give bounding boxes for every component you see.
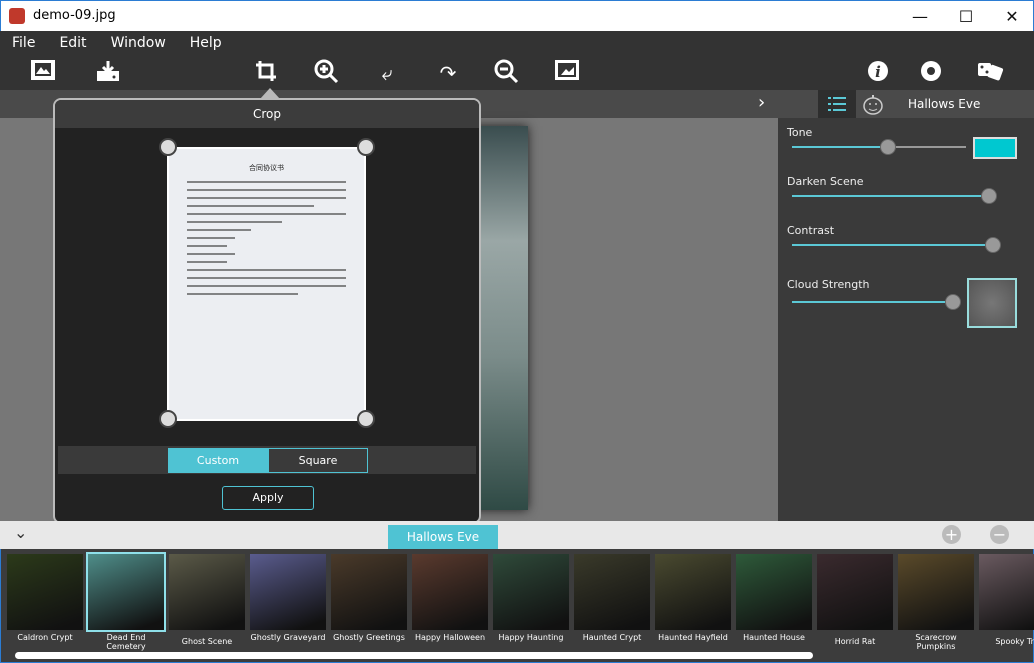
cloud-texture-swatch[interactable] — [967, 278, 1017, 328]
contrast-track — [792, 244, 992, 246]
thumbnail-label: Scarecrow Pumpkins — [915, 633, 957, 651]
thumbnail-ghostly-greetings[interactable] — [331, 554, 407, 630]
menu-help[interactable]: Help — [178, 31, 234, 51]
minimize-button[interactable]: — — [897, 1, 943, 32]
thumbnail-label: Ghost Scene — [181, 637, 233, 646]
tone-track — [792, 146, 888, 148]
title-bar: demo-09.jpg — ☐ ✕ — [0, 0, 1034, 31]
toolbar: ⤶ ↷ i — [0, 55, 1034, 90]
crop-handle-top-right[interactable] — [357, 138, 375, 156]
panel-tabs: Hallows Eve — [778, 90, 1034, 118]
app-icon — [9, 8, 25, 24]
preset-thumbnails: Caldron Crypt Dead End Cemetery Ghost Scen… — [0, 549, 1034, 663]
thumbnail-label: Haunted Crypt — [582, 633, 642, 642]
cloud-label: Cloud Strength — [787, 278, 870, 291]
horizontal-scrollbar[interactable] — [15, 652, 813, 659]
apply-button[interactable]: Apply — [222, 486, 314, 510]
svg-text:i: i — [875, 63, 881, 81]
thumbnail-haunted-crypt[interactable] — [574, 554, 650, 630]
crop-title: Crop — [55, 100, 479, 128]
menu-window[interactable]: Window — [99, 31, 178, 51]
square-button[interactable]: Square — [268, 448, 368, 473]
thumbnail-haunted-house[interactable] — [736, 554, 812, 630]
crop-handle-bottom-right[interactable] — [357, 410, 375, 428]
zoom-in-icon[interactable] — [313, 59, 341, 87]
maximize-button[interactable]: ☐ — [943, 1, 989, 32]
menu-bar: File Edit Window Help — [0, 31, 1034, 55]
undo-icon[interactable]: ⤶ — [373, 59, 401, 87]
thumbnail-ghostly-graveyard[interactable] — [250, 554, 326, 630]
thumbnail-haunted-hayfield[interactable] — [655, 554, 731, 630]
thumbnail-label: Haunted Hayfield — [658, 633, 728, 642]
window-title: demo-09.jpg — [33, 8, 116, 23]
expand-panel-chevron[interactable]: › — [758, 92, 765, 113]
thumbnail-label: Spooky Tre — [995, 637, 1034, 646]
remove-button[interactable]: − — [990, 525, 1009, 544]
thumbnail-scarecrow-pumpkins[interactable] — [898, 554, 974, 630]
thumbnail-label: Ghostly Graveyard — [250, 633, 326, 642]
pumpkin-icon — [863, 95, 883, 115]
thumbnail-ghost-scene[interactable] — [169, 554, 245, 630]
random-dice-icon[interactable] — [976, 59, 1004, 87]
menu-edit[interactable]: Edit — [47, 31, 98, 51]
open-image-icon[interactable] — [29, 59, 57, 87]
cloud-slider[interactable] — [945, 294, 961, 310]
contrast-label: Contrast — [787, 224, 835, 237]
darken-label: Darken Scene — [787, 175, 864, 188]
tone-slider[interactable] — [880, 139, 896, 155]
thumbnail-dead-end-cemetery[interactable] — [86, 552, 166, 632]
save-icon[interactable] — [94, 59, 122, 87]
effects-panel: Tone Darken Scene Contrast Cloud Strengt… — [778, 118, 1034, 521]
close-button[interactable]: ✕ — [989, 1, 1034, 32]
menu-file[interactable]: File — [0, 31, 47, 51]
info-icon[interactable]: i — [864, 59, 892, 87]
tone-label: Tone — [787, 126, 813, 139]
thumbnail-happy-halloween[interactable] — [412, 554, 488, 630]
thumbnail-label: Happy Halloween — [414, 633, 486, 642]
thumbnail-label: Horrid Rat — [834, 637, 876, 646]
crop-handle-bottom-left[interactable] — [159, 410, 177, 428]
document-title: 合同协议书 — [249, 164, 284, 172]
thumbnail-caldron-crypt[interactable] — [7, 554, 83, 630]
popup-arrow — [260, 88, 280, 99]
crop-popup: Crop 合同协议书 Custom Square Apply — [53, 88, 481, 524]
thumbnail-spooky-tre[interactable] — [979, 554, 1034, 630]
thumbnail-label: Ghostly Greetings — [333, 633, 405, 642]
thumbnail-label: Caldron Crypt — [17, 633, 73, 642]
category-tab-hallows-eve[interactable]: Hallows Eve — [388, 525, 498, 549]
zoom-out-icon[interactable] — [493, 59, 521, 87]
darken-track — [792, 195, 988, 197]
list-tab[interactable] — [818, 90, 856, 118]
crop-icon[interactable] — [252, 59, 280, 87]
contrast-slider[interactable] — [985, 237, 1001, 253]
collapse-chevron[interactable]: ⌄ — [14, 523, 27, 542]
tone-track-rest — [888, 146, 966, 148]
settings-icon[interactable] — [917, 59, 945, 87]
preset-category-bar: ⌄ Hallows Eve + − — [0, 521, 1034, 549]
darken-slider[interactable] — [981, 188, 997, 204]
fit-image-icon[interactable] — [553, 59, 581, 87]
thumbnail-label: Haunted House — [743, 633, 805, 642]
thumbnail-label: Dead End Cemetery — [106, 633, 146, 651]
list-icon — [828, 97, 846, 111]
add-button[interactable]: + — [942, 525, 961, 544]
redo-icon[interactable]: ↷ — [434, 59, 462, 87]
crop-handle-top-left[interactable] — [159, 138, 177, 156]
thumbnail-label: Happy Haunting — [498, 633, 564, 642]
thumbnail-happy-haunting[interactable] — [493, 554, 569, 630]
cloud-track — [792, 301, 952, 303]
preset-name: Hallows Eve — [908, 97, 981, 111]
custom-button[interactable]: Custom — [168, 448, 268, 473]
crop-preview-document: 合同协议书 — [167, 147, 366, 421]
thumbnail-horrid-rat[interactable] — [817, 554, 893, 630]
tone-color-swatch[interactable] — [973, 137, 1017, 159]
